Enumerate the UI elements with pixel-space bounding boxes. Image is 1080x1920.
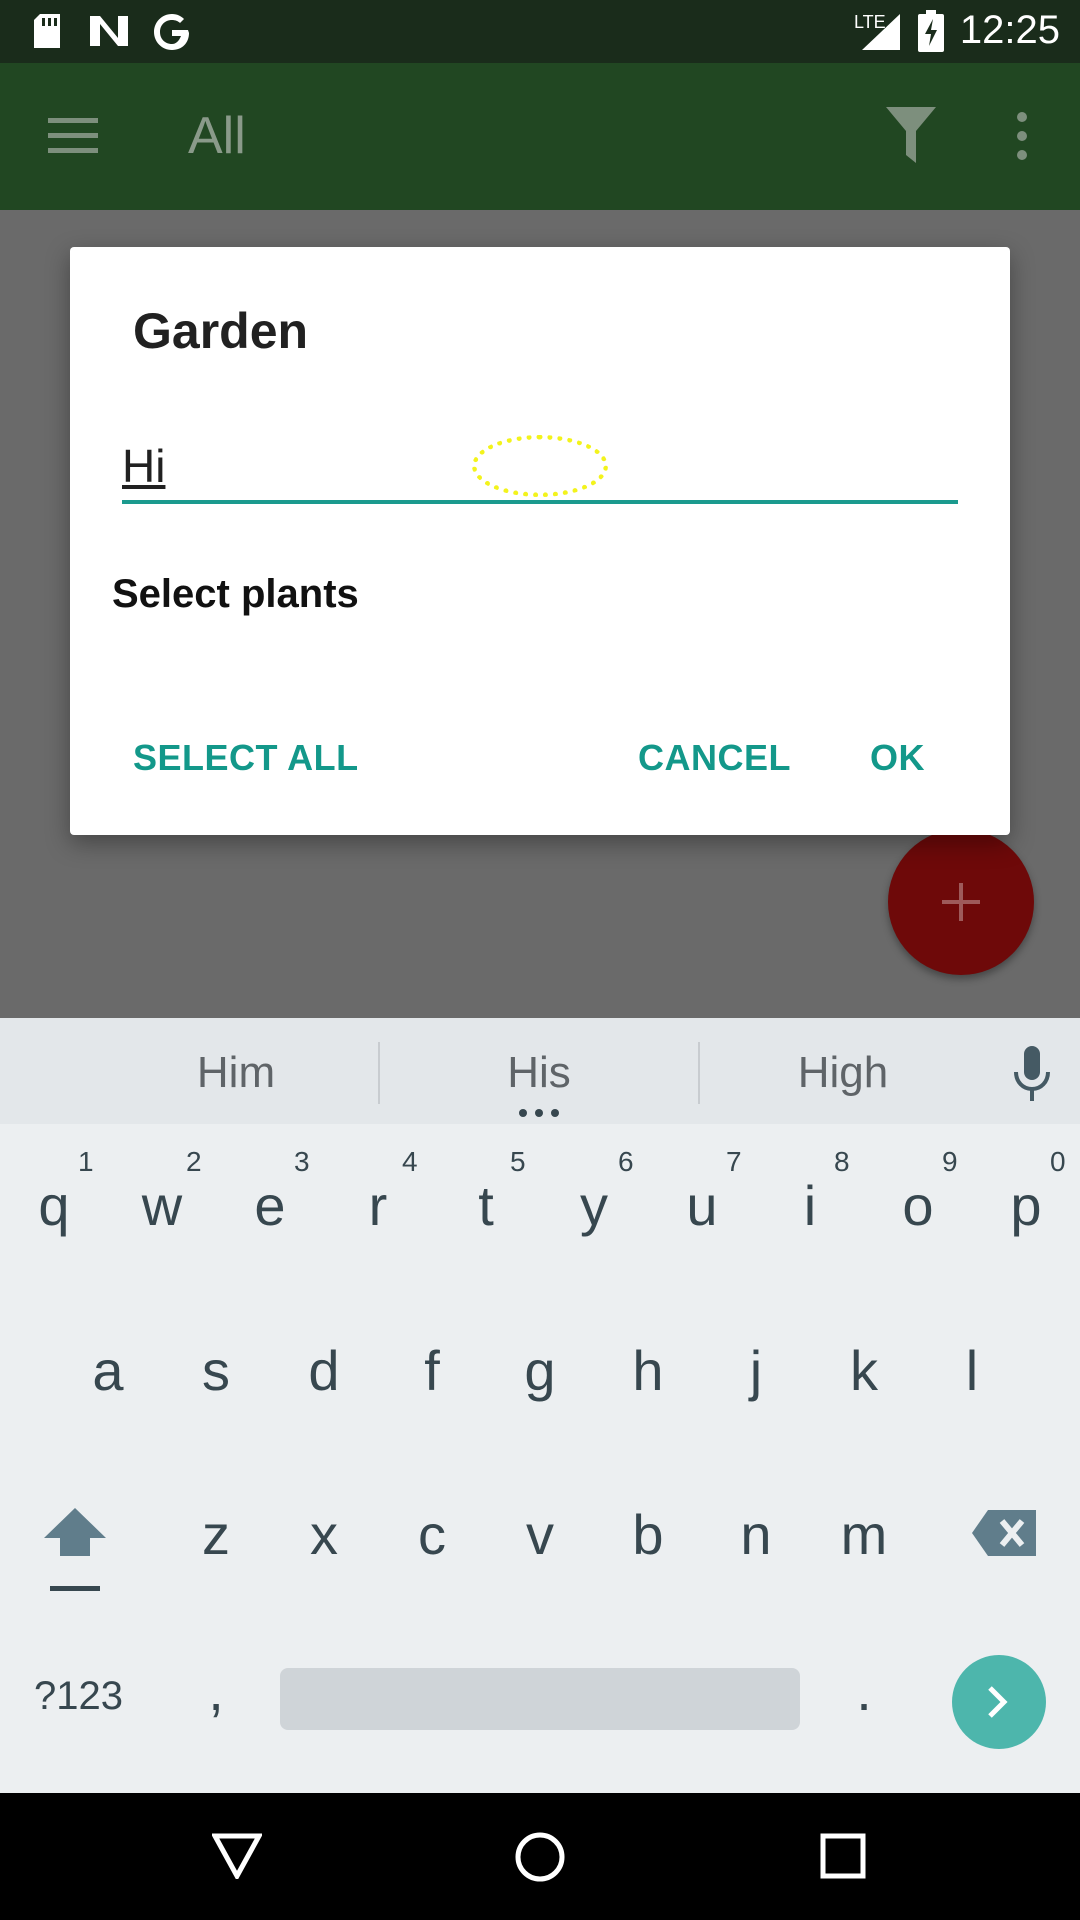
backspace-icon[interactable] xyxy=(972,1510,1036,1556)
n-notification-icon xyxy=(90,16,128,46)
shift-icon[interactable] xyxy=(44,1508,106,1594)
key-z[interactable]: z xyxy=(166,1502,266,1567)
key-m[interactable]: m xyxy=(814,1502,914,1567)
key-a[interactable]: a xyxy=(58,1338,158,1403)
more-vert-icon[interactable] xyxy=(1010,111,1034,161)
key-c[interactable]: c xyxy=(382,1502,482,1567)
key-period[interactable]: . xyxy=(814,1658,914,1723)
navigation-bar xyxy=(0,1793,1080,1920)
sd-card-icon xyxy=(34,14,60,48)
soft-keyboard: Him His High 1 2 3 4 5 6 7 8 9 0 q w e r… xyxy=(0,1018,1080,1793)
suggestion-strip: Him His High xyxy=(0,1018,1080,1124)
key-q[interactable]: q xyxy=(4,1173,104,1238)
filter-icon[interactable] xyxy=(886,107,936,163)
key-t[interactable]: t xyxy=(436,1173,536,1238)
garden-dialog: Garden Select plants SELECT ALL CANCEL O… xyxy=(70,247,1010,835)
key-p[interactable]: p xyxy=(976,1173,1076,1238)
key-w[interactable]: w xyxy=(112,1173,212,1238)
add-fab-button[interactable] xyxy=(888,829,1034,975)
key-x[interactable]: x xyxy=(274,1502,374,1567)
key-u[interactable]: u xyxy=(652,1173,752,1238)
enter-button[interactable] xyxy=(952,1655,1046,1749)
app-bar: All xyxy=(0,63,1080,210)
suggestion-his[interactable]: His xyxy=(389,1048,689,1098)
key-f[interactable]: f xyxy=(382,1338,482,1403)
suggestion-divider xyxy=(378,1042,380,1104)
select-all-button[interactable]: SELECT ALL xyxy=(133,737,359,779)
symbols-key[interactable]: ?123 xyxy=(34,1674,123,1719)
status-bar: LTE 12:25 xyxy=(0,0,1080,63)
suggestion-him[interactable]: Him xyxy=(86,1048,386,1098)
clock: 12:25 xyxy=(959,8,1060,52)
google-icon xyxy=(154,14,189,50)
more-suggestions-icon[interactable] xyxy=(518,1108,560,1118)
key-j[interactable]: j xyxy=(706,1338,806,1403)
cancel-button[interactable]: CANCEL xyxy=(638,737,791,779)
microphone-icon[interactable] xyxy=(1012,1046,1052,1102)
chevron-right-icon xyxy=(988,1686,1008,1718)
key-i[interactable]: i xyxy=(760,1173,860,1238)
key-l[interactable]: l xyxy=(922,1338,1022,1403)
key-b[interactable]: b xyxy=(598,1502,698,1567)
key-y[interactable]: y xyxy=(544,1173,644,1238)
home-icon[interactable] xyxy=(514,1831,566,1883)
key-e[interactable]: e xyxy=(220,1173,320,1238)
touch-indicator xyxy=(472,435,608,497)
menu-icon[interactable] xyxy=(48,116,98,156)
suggestion-high[interactable]: High xyxy=(693,1048,993,1098)
key-r[interactable]: r xyxy=(328,1173,428,1238)
page-title: All xyxy=(188,107,246,165)
plus-icon xyxy=(942,883,980,921)
signal-icon xyxy=(862,14,900,50)
key-comma[interactable]: , xyxy=(166,1658,266,1723)
select-plants-label: Select plants xyxy=(112,572,359,616)
key-g[interactable]: g xyxy=(490,1338,590,1403)
back-icon[interactable] xyxy=(212,1833,262,1879)
key-v[interactable]: v xyxy=(490,1502,590,1567)
dialog-title: Garden xyxy=(133,303,309,359)
key-d[interactable]: d xyxy=(274,1338,374,1403)
key-o[interactable]: o xyxy=(868,1173,968,1238)
battery-charging-icon xyxy=(918,10,944,52)
key-k[interactable]: k xyxy=(814,1338,914,1403)
key-n[interactable]: n xyxy=(706,1502,806,1567)
spacebar[interactable] xyxy=(280,1668,800,1730)
ok-button[interactable]: OK xyxy=(870,737,925,779)
key-s[interactable]: s xyxy=(166,1338,266,1403)
key-h[interactable]: h xyxy=(598,1338,698,1403)
recents-icon[interactable] xyxy=(820,1833,866,1879)
